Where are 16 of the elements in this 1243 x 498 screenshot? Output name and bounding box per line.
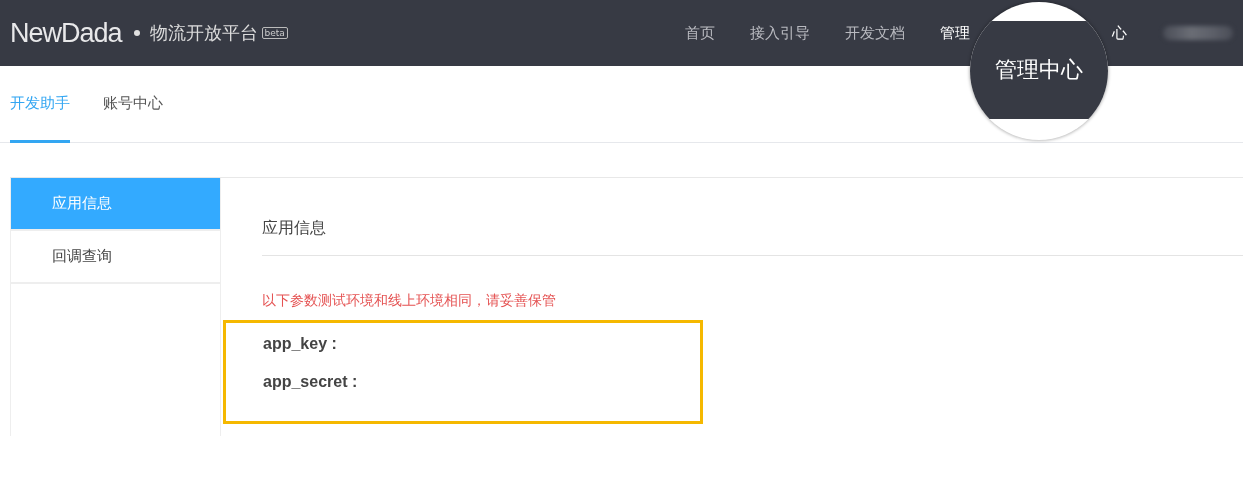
nav-link[interactable]: 心 — [1112, 23, 1127, 43]
field-label: app_secret : — [263, 373, 359, 391]
blurred-username — [1163, 26, 1233, 40]
section-title: 应用信息 — [262, 218, 1243, 256]
tab[interactable]: 账号中心 — [103, 66, 163, 143]
nav-link[interactable]: 接入引导 — [750, 23, 810, 43]
nav-link[interactable]: 首页 — [685, 23, 715, 43]
field-label: app_key : — [263, 335, 338, 353]
beta-badge: beta — [261, 27, 288, 39]
platform-title: 物流开放平台 — [149, 21, 258, 45]
logo: NewDada — [10, 17, 122, 49]
nav-link[interactable]: 开发文档 — [845, 23, 905, 43]
notice-text: 以下参数测试环境和线上环境相同，请妥善保管 — [262, 292, 557, 310]
magnified-label: 管理中心 — [970, 21, 1108, 119]
nav-link[interactable]: 管理 — [940, 23, 970, 43]
dot-icon — [133, 30, 140, 36]
